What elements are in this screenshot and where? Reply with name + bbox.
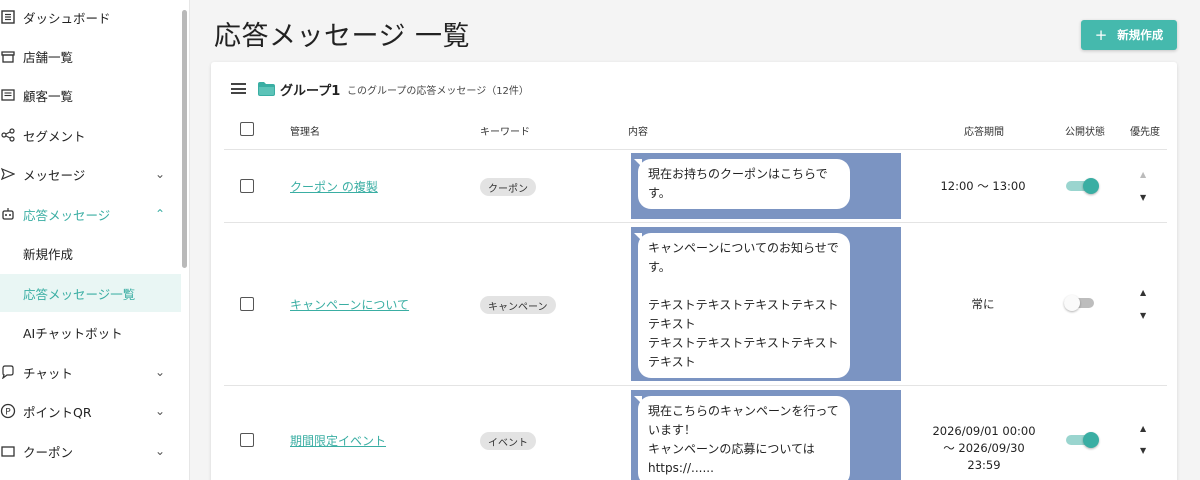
divider — [224, 385, 1167, 386]
header-period: 応答期間 — [964, 127, 1004, 138]
sidebar-item-customers[interactable]: 顧客一覧 — [0, 76, 181, 114]
message-bubble: キャンペーンについてのお知らせです。 テキストテキストテキストテキストテキスト … — [634, 233, 850, 378]
sidebar-item-coupon[interactable]: クーポン ⌄ — [0, 432, 181, 470]
row-name-link[interactable]: キャンペーンについて — [290, 296, 409, 313]
sidebar-item-chat[interactable]: チャット ⌄ — [0, 353, 181, 391]
create-button-label: 新規作成 — [1117, 28, 1164, 42]
folder-icon — [258, 81, 275, 96]
priority-up-icon: ▲ — [1140, 170, 1147, 179]
store-icon — [0, 48, 16, 64]
message-preview: 現在お持ちのクーポンはこちらです。 — [631, 153, 901, 219]
sidebar-item-label: 顧客一覧 — [23, 88, 74, 104]
sidebar-item-label: 店舗一覧 — [23, 49, 74, 65]
header-content: 内容 — [628, 127, 648, 138]
sidebar-item-label: 応答メッセージ — [23, 207, 111, 223]
chevron-down-icon: ⌄ — [155, 444, 166, 458]
sidebar-item-auto-reply[interactable]: 応答メッセージ ⌃ — [0, 195, 181, 233]
sidebar-item-ai-chatbot[interactable]: AIチャットボット — [0, 313, 181, 351]
publish-toggle[interactable] — [1066, 431, 1099, 449]
row-checkbox[interactable] — [240, 297, 254, 311]
group-description: このグループの応答メッセージ（12件） — [347, 86, 529, 97]
send-icon — [0, 166, 16, 182]
publish-toggle[interactable] — [1064, 294, 1096, 312]
group-name: グループ1 — [280, 84, 341, 99]
sidebar-item-label: メッセージ — [23, 167, 86, 183]
period-text: 2026/09/01 00:00 ～ 2026/09/30 23:59 — [932, 424, 1036, 472]
keyword-chip: キャンペーン — [480, 296, 556, 314]
create-button[interactable]: + 新規作成 — [1081, 20, 1177, 50]
chevron-down-icon: ⌄ — [155, 167, 166, 181]
publish-toggle[interactable] — [1066, 177, 1099, 195]
divider — [224, 222, 1167, 223]
sidebar-item-dashboard[interactable]: ダッシュボード — [0, 0, 181, 36]
sidebar-item-stores[interactable]: 店舗一覧 — [0, 37, 181, 75]
sidebar-item-label: クーポン — [23, 444, 74, 460]
sidebar-item-label: ダッシュボード — [23, 10, 111, 26]
message-bubble: 現在お持ちのクーポンはこちらです。 — [634, 159, 850, 209]
sidebar-item-label: チャット — [23, 365, 73, 381]
period-text: 常に — [971, 297, 995, 311]
sidebar-item-label: 応答メッセージ一覧 — [23, 286, 136, 302]
header-status: 公開状態 — [1065, 127, 1105, 138]
header-priority: 優先度 — [1130, 127, 1160, 138]
priority-down-icon[interactable]: ▼ — [1140, 311, 1146, 320]
sidebar-item-label: 新規作成 — [23, 246, 74, 262]
priority-down-icon[interactable]: ▼ — [1140, 193, 1146, 202]
header-name: 管理名 — [290, 127, 320, 138]
priority-up-icon[interactable]: ▲ — [1140, 424, 1146, 433]
segment-icon — [0, 127, 16, 143]
message-text: キャンペーンについてのお知らせです。 テキストテキストテキストテキストテキスト … — [648, 241, 839, 369]
sidebar-item-point-qr[interactable]: P ポイントQR ⌄ — [0, 392, 181, 430]
row-checkbox[interactable] — [240, 179, 254, 193]
sidebar-item-segment[interactable]: セグメント — [0, 116, 181, 154]
period-text: 12:00 ～ 13:00 — [940, 179, 1026, 193]
row-name-link[interactable]: クーポン の複製 — [290, 178, 378, 195]
sidebar-item-label: ポイントQR — [23, 404, 92, 420]
svg-text:P: P — [5, 408, 11, 418]
message-preview: キャンペーンについてのお知らせです。 テキストテキストテキストテキストテキスト … — [631, 227, 901, 381]
plus-icon: + — [1094, 26, 1108, 44]
drag-handle-icon[interactable] — [231, 83, 246, 94]
row-name-link[interactable]: 期間限定イベント — [290, 432, 386, 449]
keyword-chip: クーポン — [480, 178, 536, 196]
coupon-icon — [0, 443, 16, 459]
message-bubble: 現在こちらのキャンペーンを行っています！ キャンペーンの応募については http… — [634, 396, 850, 480]
sidebar-item-message[interactable]: メッセージ ⌄ — [0, 155, 181, 193]
priority-down-icon[interactable]: ▼ — [1140, 446, 1146, 455]
bot-icon — [0, 206, 16, 222]
sidebar: ダッシュボード 店舗一覧 顧客一覧 セグメント メッセージ ⌄ 応答メッセージ … — [0, 0, 190, 480]
page-title: 応答メッセージ 一覧 — [214, 21, 471, 52]
dashboard-icon — [0, 9, 16, 25]
point-icon: P — [0, 403, 16, 419]
row-checkbox[interactable] — [240, 433, 254, 447]
message-text: 現在お持ちのクーポンはこちらです。 — [648, 167, 828, 200]
sidebar-item-label: AIチャットボット — [23, 325, 123, 341]
chat-icon — [0, 364, 16, 380]
keyword-chip: イベント — [480, 432, 536, 450]
message-preview: 現在こちらのキャンペーンを行っています！ キャンペーンの応募については http… — [631, 390, 901, 480]
message-text: 現在こちらのキャンペーンを行っています！ キャンペーンの応募については http… — [648, 404, 839, 475]
sidebar-item-label: セグメント — [23, 128, 86, 144]
select-all-checkbox[interactable] — [240, 122, 254, 136]
sidebar-item-reply-list[interactable]: 応答メッセージ一覧 — [0, 274, 181, 312]
chevron-down-icon: ⌄ — [155, 365, 166, 379]
sidebar-item-new-reply[interactable]: 新規作成 — [0, 234, 181, 272]
chevron-down-icon: ⌄ — [155, 404, 166, 418]
priority-up-icon[interactable]: ▲ — [1140, 288, 1146, 297]
customer-list-icon — [0, 87, 16, 103]
header-keyword: キーワード — [480, 127, 530, 138]
divider — [224, 149, 1167, 150]
chevron-up-icon: ⌃ — [155, 207, 166, 221]
sidebar-scrollbar[interactable] — [182, 10, 187, 268]
